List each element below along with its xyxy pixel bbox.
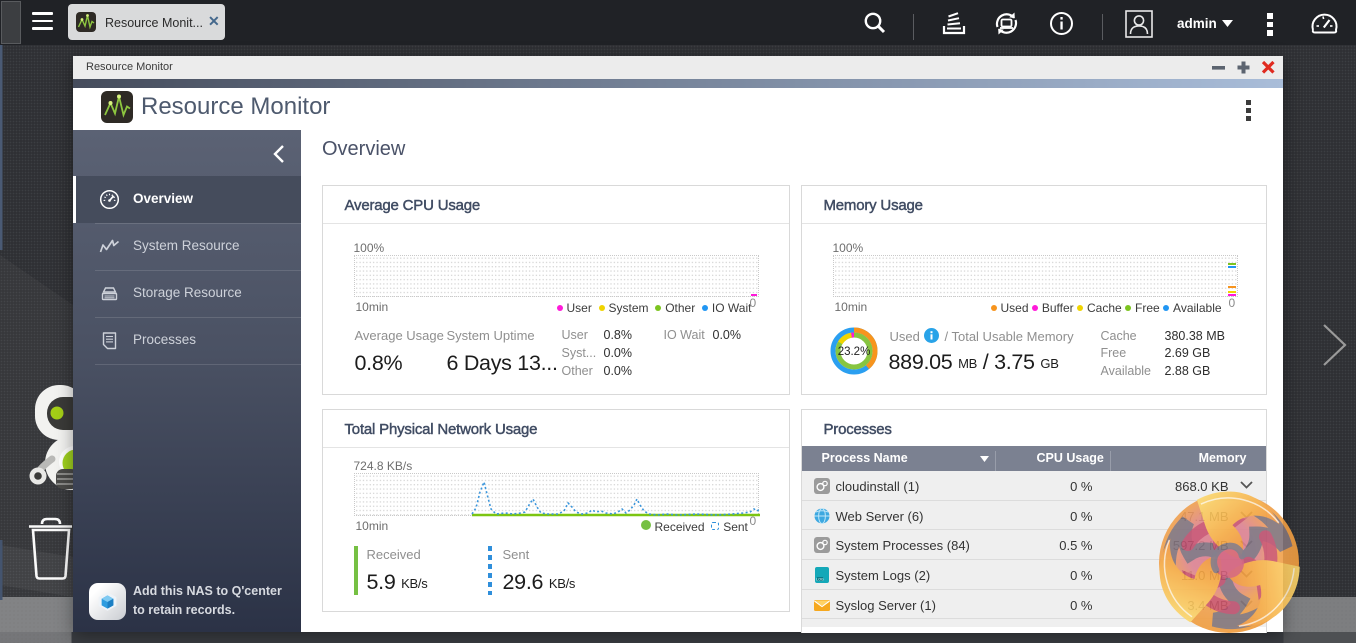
svg-text:23.2%: 23.2% [837,346,870,358]
svg-text:LOG: LOG [816,578,824,582]
